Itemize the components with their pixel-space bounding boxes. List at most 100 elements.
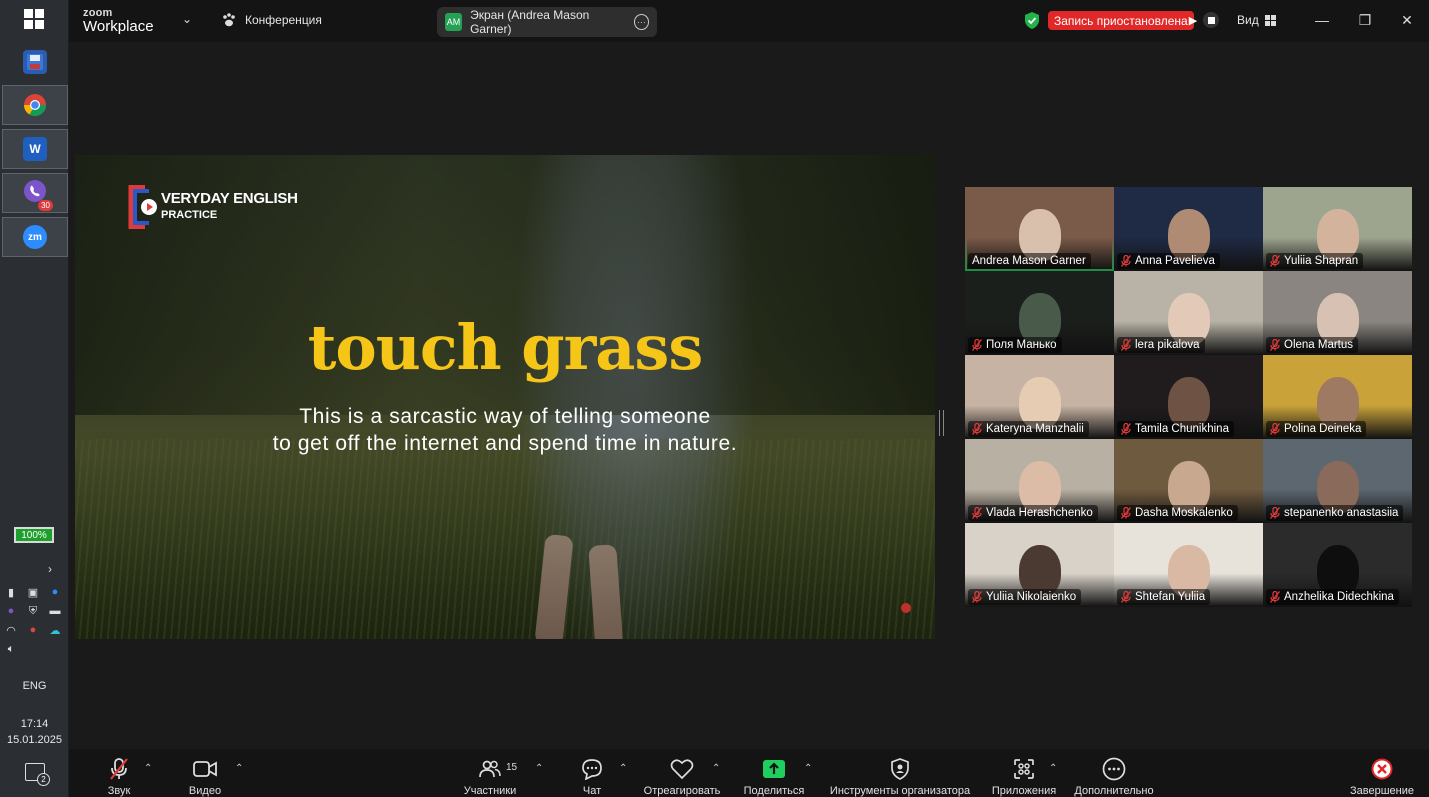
muted-mic-icon xyxy=(1270,507,1280,519)
participant-tile[interactable]: Kateryna Manzhalii xyxy=(965,355,1114,439)
host-shield-icon xyxy=(891,758,909,780)
participant-name-label: Olena Martus xyxy=(1266,337,1359,353)
react-label: Отреагировать xyxy=(643,785,721,797)
system-tray: ▮ ▣ ● ● ⛨ ▬ ◠ ● ☁ 🔈︎ xyxy=(3,584,67,657)
participant-tile[interactable]: Anna Pavelieva xyxy=(1114,187,1263,271)
minimize-icon[interactable]: — xyxy=(1307,8,1337,32)
volume-icon[interactable]: 🔈︎ xyxy=(3,641,19,657)
share-pill-label: Экран (Andrea Mason Garner) xyxy=(470,8,590,36)
windows-start-icon[interactable] xyxy=(24,9,44,29)
battery-tray-icon[interactable]: ▬ xyxy=(47,603,63,619)
react-button[interactable]: Отреагировать xyxy=(642,749,722,797)
participant-tile[interactable]: Dasha Moskalenko xyxy=(1114,439,1263,523)
host-tools-button[interactable]: Инструменты организатора xyxy=(825,749,975,797)
defender-icon[interactable]: ⛨ xyxy=(25,603,41,619)
share-options-chevron-icon[interactable]: ⌃ xyxy=(804,763,812,774)
app-tray-icon[interactable]: ● xyxy=(25,622,41,638)
participant-tile[interactable]: Yuliia Shapran xyxy=(1263,187,1412,271)
battery-indicator[interactable]: 100% xyxy=(14,527,54,543)
muted-mic-icon xyxy=(1270,255,1280,267)
participant-tile[interactable]: Polina Deineka xyxy=(1263,355,1412,439)
viber-badge: 30 xyxy=(38,199,53,211)
participant-name-label: Shtefan Yuliia xyxy=(1117,589,1211,605)
slide-subtitle-line-2: to get off the internet and spend time i… xyxy=(272,432,738,455)
muted-mic-icon xyxy=(972,507,982,519)
recording-status: Запись приостановлена xyxy=(1048,11,1194,30)
participant-tile[interactable]: lera pikalova xyxy=(1114,271,1263,355)
taskbar-word-app[interactable]: W xyxy=(2,129,68,169)
participant-name-label: Tamila Chunikhina xyxy=(1117,421,1234,437)
participant-tile[interactable]: stepanenko anastasiia xyxy=(1263,439,1412,523)
shared-screen[interactable]: VERYDAY ENGLISH PRACTICE touch grass Thi… xyxy=(75,155,935,639)
meeting-info[interactable]: Конференция xyxy=(221,12,322,28)
participant-tile[interactable]: Tamila Chunikhina xyxy=(1114,355,1263,439)
participant-name: lera pikalova xyxy=(1135,339,1200,351)
participant-name-label: Dasha Moskalenko xyxy=(1117,505,1238,521)
taskbar-save-app[interactable] xyxy=(2,42,68,82)
more-button[interactable]: Дополнительно xyxy=(1071,749,1157,797)
participant-tile[interactable]: Vlada Herashchenko xyxy=(965,439,1114,523)
chat-button[interactable]: Чат xyxy=(572,749,612,797)
participant-tile[interactable]: Shtefan Yuliia xyxy=(1114,523,1263,607)
participant-name: Vlada Herashchenko xyxy=(986,507,1093,519)
tray-expand-icon[interactable]: › xyxy=(48,562,52,576)
participant-name-label: Polina Deineka xyxy=(1266,421,1367,437)
react-options-chevron-icon[interactable]: ⌃ xyxy=(712,763,720,774)
taskbar-chrome-app[interactable] xyxy=(2,85,68,125)
muted-mic-icon xyxy=(1121,423,1131,435)
participant-tile[interactable]: Поля Манько xyxy=(965,271,1114,355)
clock[interactable]: 17:14 15.01.2025 xyxy=(0,716,69,748)
wifi-icon[interactable]: ◠ xyxy=(3,622,19,638)
participant-tile[interactable]: Yuliia Nikolaienko xyxy=(965,523,1114,607)
participant-name: Polina Deineka xyxy=(1284,423,1362,435)
zoom-window: zoom Workplace ⌄ Конференция AM Экран (A… xyxy=(69,0,1429,797)
split-resize-handle[interactable] xyxy=(939,410,944,436)
video-button[interactable]: Видео xyxy=(182,749,228,797)
participants-options-chevron-icon[interactable]: ⌃ xyxy=(535,763,543,774)
word-icon: W xyxy=(23,137,47,161)
participant-name: Yuliia Nikolaienko xyxy=(986,591,1077,603)
participant-name-label: Anna Pavelieva xyxy=(1117,253,1220,269)
end-meeting-button[interactable]: Завершение xyxy=(1347,749,1417,797)
participant-tile[interactable]: Andrea Mason Garner xyxy=(965,187,1114,271)
zoom-tray-icon[interactable]: ● xyxy=(47,584,63,600)
language-indicator[interactable]: ENG xyxy=(0,680,69,692)
restore-icon[interactable]: ❐ xyxy=(1350,8,1380,32)
meeting-controls: Звук ⌃ Видео ⌃ Участники 15 ⌃ Чат ⌃ Отре… xyxy=(69,749,1429,797)
audio-button[interactable]: Звук xyxy=(99,749,139,797)
share-button[interactable]: Поделиться xyxy=(741,749,807,797)
participants-count: 15 xyxy=(506,762,518,773)
participant-tile[interactable]: Anzhelika Didechkina xyxy=(1263,523,1412,607)
participant-name-label: Yuliia Shapran xyxy=(1266,253,1364,269)
video-options-chevron-icon[interactable]: ⌃ xyxy=(235,763,243,774)
notifications-icon[interactable]: 2 xyxy=(25,763,50,786)
participants-button[interactable]: Участники xyxy=(457,749,523,797)
more-icon xyxy=(1102,757,1126,781)
participant-tile[interactable]: Olena Martus xyxy=(1263,271,1412,355)
chat-options-chevron-icon[interactable]: ⌃ xyxy=(619,763,627,774)
participant-name-label: Kateryna Manzhalii xyxy=(968,421,1089,437)
audio-options-chevron-icon[interactable]: ⌃ xyxy=(144,763,152,774)
participant-name-label: Поля Манько xyxy=(968,337,1062,353)
taskbar-zoom-app[interactable]: zm xyxy=(2,217,68,257)
brand-chevron-icon[interactable]: ⌄ xyxy=(182,12,192,26)
more-options-icon[interactable]: ··· xyxy=(633,14,650,30)
usb-icon[interactable]: ▮ xyxy=(3,584,19,600)
muted-mic-icon xyxy=(972,591,982,603)
participant-name-label: Andrea Mason Garner xyxy=(968,253,1091,269)
participant-name: Anna Pavelieva xyxy=(1135,255,1215,267)
grid-view-icon xyxy=(1264,14,1276,26)
taskbar-viber-app[interactable]: 30 xyxy=(2,173,68,213)
encryption-shield-icon[interactable] xyxy=(1024,12,1040,29)
stop-recording-icon[interactable] xyxy=(1203,12,1219,28)
view-button[interactable]: Вид xyxy=(1237,13,1276,27)
screen-share-indicator[interactable]: AM Экран (Andrea Mason Garner) ··· xyxy=(437,7,657,37)
meeting-label: Конференция xyxy=(245,13,322,27)
viber-tray-icon[interactable]: ● xyxy=(3,603,19,619)
close-icon[interactable]: ✕ xyxy=(1392,8,1422,32)
display-icon[interactable]: ▣ xyxy=(25,584,41,600)
resume-recording-icon[interactable]: ▶ xyxy=(1185,12,1201,28)
cloud-icon[interactable]: ☁ xyxy=(47,622,63,638)
slide-headline: touch grass xyxy=(307,311,703,384)
apps-options-chevron-icon[interactable]: ⌃ xyxy=(1049,763,1057,774)
